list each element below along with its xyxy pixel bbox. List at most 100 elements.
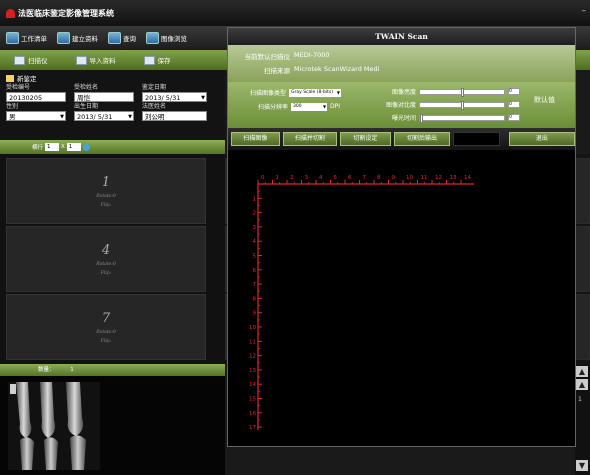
slot-number: 1 [101,174,111,190]
search-icon [108,32,121,44]
source-value: Microtek ScanWizard Medi [294,65,380,73]
scanner-button[interactable]: 扫描仪 [14,55,48,65]
count-value: 1 [70,367,74,373]
exam-date-picker[interactable]: 2013/ 5/31 [142,92,207,103]
app-title: 法医临床鉴定影像管理系统 [18,8,114,18]
worklist-button[interactable]: 工作清单 [6,32,47,44]
slot-rotate: Rotate:0 [96,261,116,267]
save-icon [143,55,155,65]
right-side-controls: ▲ ▲ 1 ▼ [575,364,590,475]
ruler-top-label: 12 [435,175,442,181]
ruler-top-label: 5 [334,175,338,181]
slot-flip: Flip: [100,338,112,344]
ruler-left-label: 3 [253,225,257,231]
examiner-label: 法医姓名 [142,103,167,110]
xray-thumbnail[interactable] [8,382,100,470]
birth-date-picker[interactable]: 2013/ 5/31 [74,111,134,122]
layout-bar: 横行 1 X 1 [0,140,225,154]
scanner-icon [14,55,25,65]
source-label: 扫描来源 [264,67,290,75]
ruler-left-label: 17 [249,425,256,431]
resolution-select[interactable]: 300 [291,102,328,111]
ruler-top-label: 1 [276,175,280,181]
scroll-down-button[interactable]: ▼ [576,460,588,471]
default-scanner-value: MEDI-7000 [294,51,330,59]
columns-select[interactable]: 1 [45,143,60,151]
thumbnail-bar: 数量： 1 [0,364,225,376]
search-button[interactable]: 查询 [108,32,136,44]
blank-button [453,132,500,146]
ruler-left-label: 13 [249,368,256,374]
crop-settings-button[interactable]: 切割设定 [340,132,391,146]
ruler-top-label: 9 [392,175,396,181]
ruler-left-label: 16 [249,411,256,417]
ruler-top-label: 6 [348,175,352,181]
page-indicator: 1 [578,396,582,403]
image-slot[interactable]: 4 Rotate:0 Flip: [6,226,206,292]
scan-and-crop-button[interactable]: 扫描并切割 [282,132,338,146]
image-slot[interactable]: 7 Rotate:0 Flip: [6,294,206,360]
ruler-left-label: 14 [249,382,256,388]
default-values-button[interactable]: 默认值 [534,95,555,105]
apply-layout-icon[interactable] [82,143,90,151]
ruler-left-label: 15 [249,397,256,403]
brightness-value[interactable]: 0 [508,88,520,95]
image-view-label: 图像浏览 [161,35,187,43]
exit-button[interactable]: 退出 [508,132,575,146]
gender-select[interactable]: 男 [6,111,66,122]
import-button[interactable]: 导入资料 [75,55,116,65]
gender-label: 性别 [6,103,19,110]
ruler-left-label: 6 [253,268,257,274]
brightness-knob[interactable] [461,87,464,97]
exam-date-label: 鉴定日期 [142,84,167,91]
exam-id-field[interactable]: 20130205 [6,92,66,102]
ruler-top-label: 0 [261,175,265,181]
crop-export-button[interactable]: 切割后输出 [393,132,451,146]
save-button[interactable]: 保存 [143,55,171,65]
create-record-button[interactable]: 建立资料 [57,32,98,44]
scan-preview-canvas[interactable]: 0 1 2 3 4 5 6 7 8 9 10 11 12 13 1412345678910111213141… [246,168,486,438]
image-view-button[interactable]: 图像浏览 [146,32,187,44]
search-label: 查询 [123,35,136,43]
ruler-left-label: 9 [253,311,257,317]
scroll-up-button[interactable]: ▲ [576,366,588,377]
ruler-left-label: 7 [253,282,257,288]
slot-flip: Flip: [100,270,112,276]
form-heading: 新鉴定 [6,73,219,83]
ruler-top-label: 3 [305,175,309,181]
ruler-left-label: 4 [253,239,257,245]
exam-form: 新鉴定 受检编号20130205 受检姓名周恺 鉴定日期2013/ 5/31 性… [0,70,225,140]
worklist-label: 工作清单 [21,35,47,43]
scan-image-button[interactable]: 扫描图像 [231,132,280,146]
resolution-label: 扫描分辨率 [258,104,289,111]
exposure-value[interactable]: 0 [508,114,520,121]
image-type-label: 扫描图像类型 [250,90,287,97]
patient-name-field[interactable]: 周恺 [74,92,134,102]
brightness-label: 图像亮度 [391,89,416,96]
ruler-top-label: 11 [421,175,428,181]
slot-number: 7 [101,310,111,326]
exposure-slider[interactable] [419,113,505,123]
image-slot[interactable]: 1 Rotate:0 Flip: [6,158,206,224]
dialog-buttons: 扫描图像 扫描并切割 切割设定 切割后输出 退出 [228,128,575,150]
minimize-button[interactable]: – [582,6,587,16]
contrast-slider[interactable] [419,100,505,110]
birth-date-label: 出生日期 [74,103,99,110]
examiner-field[interactable]: 刘公明 [142,111,207,121]
ruler-top-label: 10 [406,175,413,181]
exposure-knob[interactable] [420,113,423,123]
import-icon [75,55,87,65]
brightness-slider[interactable] [419,87,505,97]
rows-select[interactable]: 1 [66,143,81,151]
ruler-left-label: 2 [253,211,257,217]
new-case-icon [6,74,14,82]
create-record-label: 建立资料 [72,35,98,43]
default-scanner-label: 当前默认扫描仪 [244,53,291,61]
contrast-value[interactable]: 0 [508,101,520,108]
contrast-knob[interactable] [461,100,464,110]
app-window: 法医临床鉴定影像管理系统 – 工作清单 建立资料 查询 图像浏览 扫描仪 导入资… [0,0,590,475]
slot-number: 4 [101,242,111,258]
ruler-left-label: 1 [253,196,257,202]
scroll-up-button[interactable]: ▲ [576,379,588,390]
image-type-select[interactable]: Gray Scale (8-bits) [289,88,341,97]
